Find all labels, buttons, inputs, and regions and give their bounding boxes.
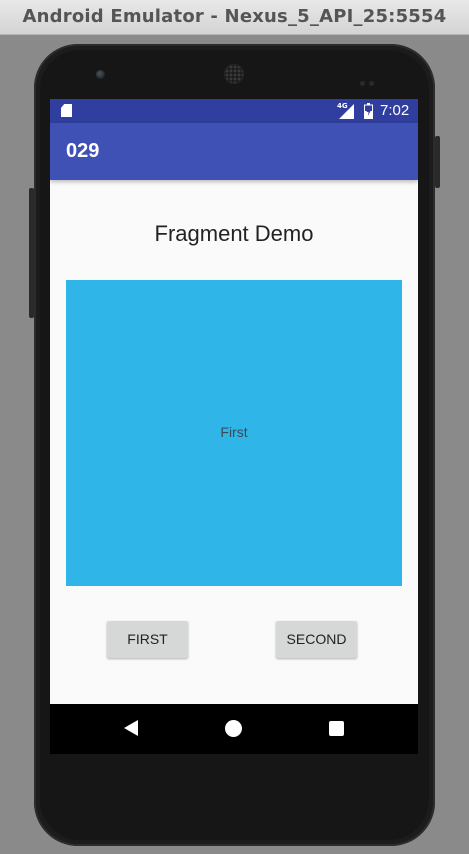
battery-icon bbox=[364, 103, 373, 119]
sd-card-icon bbox=[61, 104, 72, 117]
second-button[interactable]: SECOND bbox=[276, 621, 357, 658]
proximity-sensors bbox=[360, 71, 378, 86]
signal-icon bbox=[339, 104, 354, 119]
volume-key[interactable] bbox=[29, 188, 34, 318]
first-button[interactable]: FIRST bbox=[107, 621, 188, 658]
front-camera-icon bbox=[96, 70, 105, 79]
speaker-grill bbox=[225, 65, 243, 83]
home-icon[interactable] bbox=[225, 720, 242, 737]
window-title: Android Emulator - Nexus_5_API_25:5554 bbox=[0, 0, 469, 35]
fragment-label: First bbox=[220, 424, 248, 440]
app-bar: 029 bbox=[50, 123, 418, 180]
navigation-bar bbox=[50, 704, 418, 754]
power-key[interactable] bbox=[435, 136, 440, 188]
status-bar: 4G 7:02 bbox=[50, 99, 418, 123]
page-heading: Fragment Demo bbox=[154, 221, 314, 246]
recents-icon[interactable] bbox=[329, 721, 344, 736]
app-title: 029 bbox=[66, 140, 100, 162]
fragment-container: First bbox=[66, 280, 402, 586]
back-icon[interactable] bbox=[124, 720, 138, 736]
device-screen: 4G 7:02 029 Fragment Demo First FIRST SE… bbox=[50, 99, 418, 754]
status-clock: 7:02 bbox=[380, 102, 410, 119]
